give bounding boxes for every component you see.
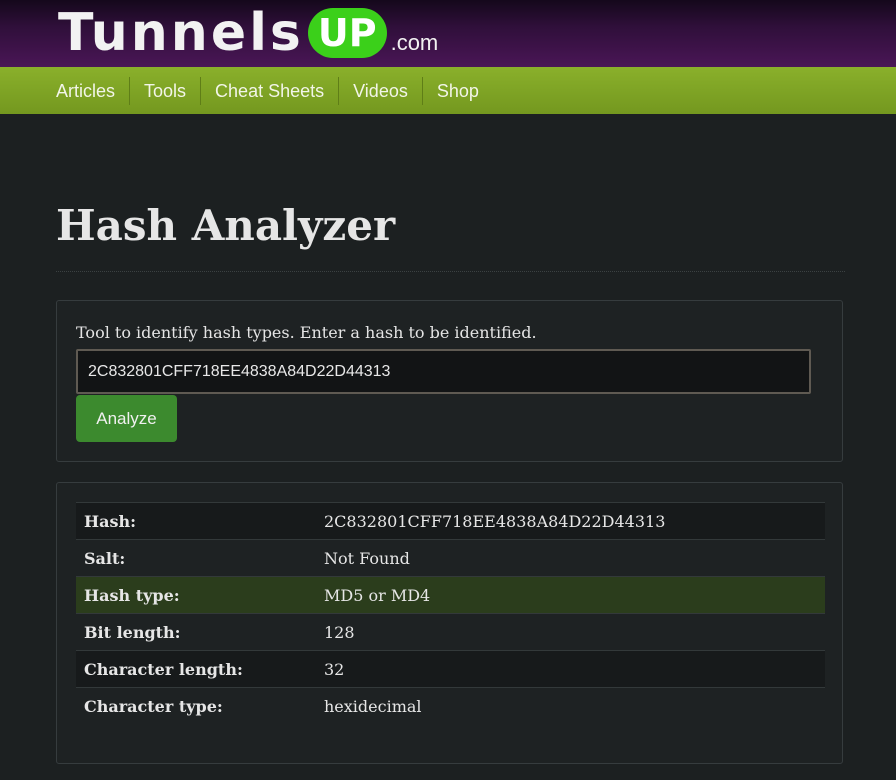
table-row-character-length: Character length: 32: [76, 650, 825, 688]
title-divider: [56, 271, 845, 272]
table-row-hash-type: Hash type: MD5 or MD4: [76, 576, 825, 614]
table-row-bit-length: Bit length: 128: [76, 613, 825, 651]
table-row-salt: Salt: Not Found: [76, 539, 825, 577]
row-value: 128: [324, 622, 355, 642]
row-value: 32: [324, 659, 345, 679]
results-panel: Hash: 2C832801CFF718EE4838A84D22D44313 S…: [56, 482, 843, 764]
row-label: Hash type:: [84, 585, 180, 605]
hash-input[interactable]: [76, 349, 811, 394]
row-value: 2C832801CFF718EE4838A84D22D44313: [324, 511, 666, 531]
site-logo[interactable]: Tunnels UP .com: [58, 2, 438, 64]
row-label: Character type:: [84, 696, 223, 716]
tool-description: Tool to identify hash types. Enter a has…: [76, 323, 537, 342]
table-row-character-type: Character type: hexidecimal: [76, 687, 825, 725]
results-table: Hash: 2C832801CFF718EE4838A84D22D44313 S…: [76, 502, 825, 725]
row-label: Bit length:: [84, 622, 181, 642]
nav-item-tools[interactable]: Tools: [130, 76, 202, 105]
row-value: hexidecimal: [324, 696, 422, 716]
logo-text: Tunnels: [58, 3, 304, 63]
row-value: Not Found: [324, 548, 410, 568]
table-row-hash: Hash: 2C832801CFF718EE4838A84D22D44313: [76, 502, 825, 540]
logo-domain-suffix: .com: [390, 30, 439, 55]
row-value: MD5 or MD4: [324, 585, 431, 605]
main-nav: Articles Tools Cheat Sheets Videos Shop: [0, 67, 896, 114]
row-label: Hash:: [84, 511, 137, 531]
row-label: Character length:: [84, 659, 243, 679]
page-title: Hash Analyzer: [56, 201, 396, 250]
nav-item-shop[interactable]: Shop: [423, 77, 493, 105]
analyze-button[interactable]: Analyze: [76, 395, 177, 442]
nav-item-articles[interactable]: Articles: [42, 76, 131, 105]
hash-input-panel: Tool to identify hash types. Enter a has…: [56, 300, 843, 462]
nav-item-videos[interactable]: Videos: [339, 76, 423, 105]
logo-up-badge: UP: [307, 8, 387, 58]
nav-item-cheat-sheets[interactable]: Cheat Sheets: [201, 76, 340, 105]
site-header: Tunnels UP .com: [0, 0, 896, 67]
row-label: Salt:: [84, 548, 126, 568]
